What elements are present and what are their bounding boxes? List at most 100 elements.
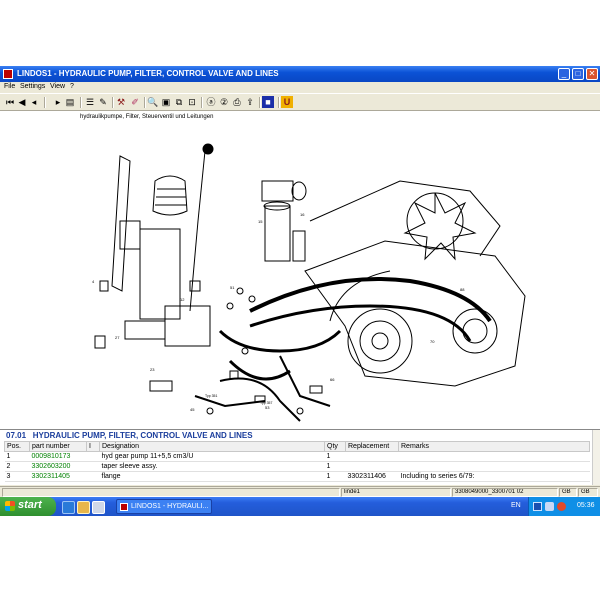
folder-icon[interactable] <box>77 501 90 514</box>
cell-designation: taper sleeve assy. <box>99 461 325 472</box>
status-empty <box>2 488 340 497</box>
svg-text:70: 70 <box>430 339 435 344</box>
menu-view[interactable]: View <box>50 83 65 90</box>
svg-text:23: 23 <box>150 367 155 372</box>
svg-text:45: 45 <box>190 407 195 412</box>
cell-qty: 1 <box>324 451 346 462</box>
menu-file[interactable]: File <box>4 83 15 90</box>
previous-icon[interactable]: ◀ <box>16 96 28 108</box>
cell-i <box>86 461 100 472</box>
col-part-number[interactable]: part number <box>29 441 87 452</box>
list-icon[interactable]: ☰ <box>84 96 96 108</box>
cell-remarks <box>398 461 590 472</box>
col-pos[interactable]: Pos. <box>4 441 30 452</box>
cell-replacement: 3302311406 <box>345 471 399 482</box>
svg-text:15: 15 <box>258 219 263 224</box>
print-icon[interactable]: ⎙ <box>231 96 243 108</box>
svg-text:51: 51 <box>230 285 235 290</box>
clock[interactable]: 05:36 <box>577 502 595 509</box>
cell-replacement <box>345 451 399 462</box>
close-button[interactable]: ✕ <box>586 68 598 80</box>
tools-icon[interactable]: ⚒ <box>115 96 127 108</box>
parts-scrollbar[interactable] <box>592 430 600 485</box>
title-bar[interactable]: LINDOS1 - HYDRAULIC PUMP, FILTER, CONTRO… <box>0 66 600 82</box>
svg-text:88: 88 <box>460 287 465 292</box>
cell-qty: 1 <box>324 471 346 482</box>
status-model: linde1 <box>341 488 451 497</box>
marker-icon[interactable]: ✐ <box>129 96 141 108</box>
svg-text:12: 12 <box>180 297 185 302</box>
section-heading: 07.01 HYDRAULIC PUMP, FILTER, CONTROL VA… <box>6 431 253 440</box>
application-window: LINDOS1 - HYDRAULIC PUMP, FILTER, CONTRO… <box>0 66 600 498</box>
diagram-label-typ357: Typ 357 <box>260 401 273 405</box>
cell-replacement <box>345 461 399 472</box>
cell-i <box>86 471 100 482</box>
start-button[interactable]: start <box>0 497 56 516</box>
documents-icon[interactable]: ▤ <box>64 96 76 108</box>
zoom-icon[interactable]: 🔍 <box>147 96 159 108</box>
svg-text:53: 53 <box>265 405 270 410</box>
u-icon[interactable]: U <box>281 96 293 108</box>
menu-bar: File Settings View ? <box>0 82 600 93</box>
table-row[interactable]: 2 3302603200 taper sleeve assy. 1 <box>4 461 590 472</box>
cell-part-number[interactable]: 3302603200 <box>29 461 87 472</box>
blue-square-icon[interactable]: ■ <box>262 96 274 108</box>
cell-pos: 2 <box>4 461 30 472</box>
table-row[interactable]: 3 3302311405 flange 1 3302311406 Includi… <box>4 471 590 482</box>
svg-text:4: 4 <box>92 279 95 284</box>
cell-part-number[interactable]: 0009810173 <box>29 451 87 462</box>
copy-icon[interactable]: ⧉ <box>173 96 185 108</box>
info-icon[interactable]: ⓐ <box>205 96 217 108</box>
select-icon[interactable]: ⊡ <box>186 96 198 108</box>
task-app-icon <box>120 503 128 511</box>
first-page-icon[interactable]: ⏮ <box>4 96 16 108</box>
cell-part-number[interactable]: 3302311405 <box>29 471 87 482</box>
menu-settings[interactable]: Settings <box>20 83 45 90</box>
col-qty[interactable]: Qty <box>324 441 346 452</box>
col-i[interactable]: I <box>86 441 100 452</box>
security-icon[interactable] <box>557 502 566 511</box>
ie-icon[interactable] <box>62 501 75 514</box>
svg-text:16: 16 <box>300 212 305 217</box>
show-desktop-icon[interactable] <box>92 501 105 514</box>
maximize-button[interactable]: □ <box>572 68 584 80</box>
minimize-button[interactable]: _ <box>558 68 570 80</box>
volume-icon[interactable] <box>545 502 554 511</box>
cell-remarks <box>398 451 590 462</box>
language-indicator[interactable]: EN <box>511 502 521 509</box>
exploded-diagram[interactable]: hydraulikpumpe, Filter, Steuerventil und… <box>0 111 600 430</box>
start-label: start <box>18 499 42 511</box>
export-icon[interactable]: ⇪ <box>244 96 256 108</box>
cell-pos: 1 <box>4 451 30 462</box>
diagram-drawing: 4 27 12 51 16 15 66 88 70 45 53 23 Typ 351 Typ 3… <box>92 143 526 422</box>
section-code: 07.01 <box>6 431 27 440</box>
forward-icon[interactable]: ▸ <box>52 96 64 108</box>
taskbar-window-button[interactable]: LINDOS1 - HYDRAULI... <box>116 499 212 514</box>
menu-help[interactable]: ? <box>70 83 74 90</box>
back-icon[interactable]: ◂ <box>28 96 40 108</box>
parts-list-panel: 07.01 HYDRAULIC PUMP, FILTER, CONTROL VA… <box>0 430 592 485</box>
windows-logo-icon <box>5 501 15 511</box>
edit-icon[interactable]: ✎ <box>97 96 109 108</box>
network-icon[interactable] <box>533 502 542 511</box>
status-lang1: GB <box>559 488 577 497</box>
toolbar: ⏮ ◀ ◂ ▸ ▤ ☰ ✎ ⚒ ✐ 🔍 ▣ ⧉ ⊡ ⓐ ② ⎙ ⇪ ■ U <box>0 93 600 111</box>
parts-table: Pos. part number I Designation Qty Repla… <box>4 441 590 482</box>
cell-pos: 3 <box>4 471 30 482</box>
page-icon[interactable]: ▣ <box>160 96 172 108</box>
cell-qty: 1 <box>324 461 346 472</box>
svg-text:27: 27 <box>115 335 120 340</box>
table-row[interactable]: 1 0009810173 hyd gear pump 11+5,5 cm3/U … <box>4 451 590 462</box>
section-title: HYDRAULIC PUMP, FILTER, CONTROL VALVE AN… <box>32 431 253 440</box>
search-circle-icon[interactable]: ② <box>218 96 230 108</box>
task-label: LINDOS1 - HYDRAULI... <box>131 503 209 510</box>
col-remarks[interactable]: Remarks <box>398 441 590 452</box>
cell-designation: hyd gear pump 11+5,5 cm3/U <box>99 451 325 462</box>
col-designation[interactable]: Designation <box>99 441 325 452</box>
taskbar: start LINDOS1 - HYDRAULI... EN 05:36 <box>0 497 600 516</box>
cell-remarks: Including to series 6/79: <box>398 471 590 482</box>
col-replacement[interactable]: Replacement <box>345 441 399 452</box>
app-icon <box>3 69 13 79</box>
cell-i <box>86 451 100 462</box>
table-header-row: Pos. part number I Designation Qty Repla… <box>4 441 590 452</box>
